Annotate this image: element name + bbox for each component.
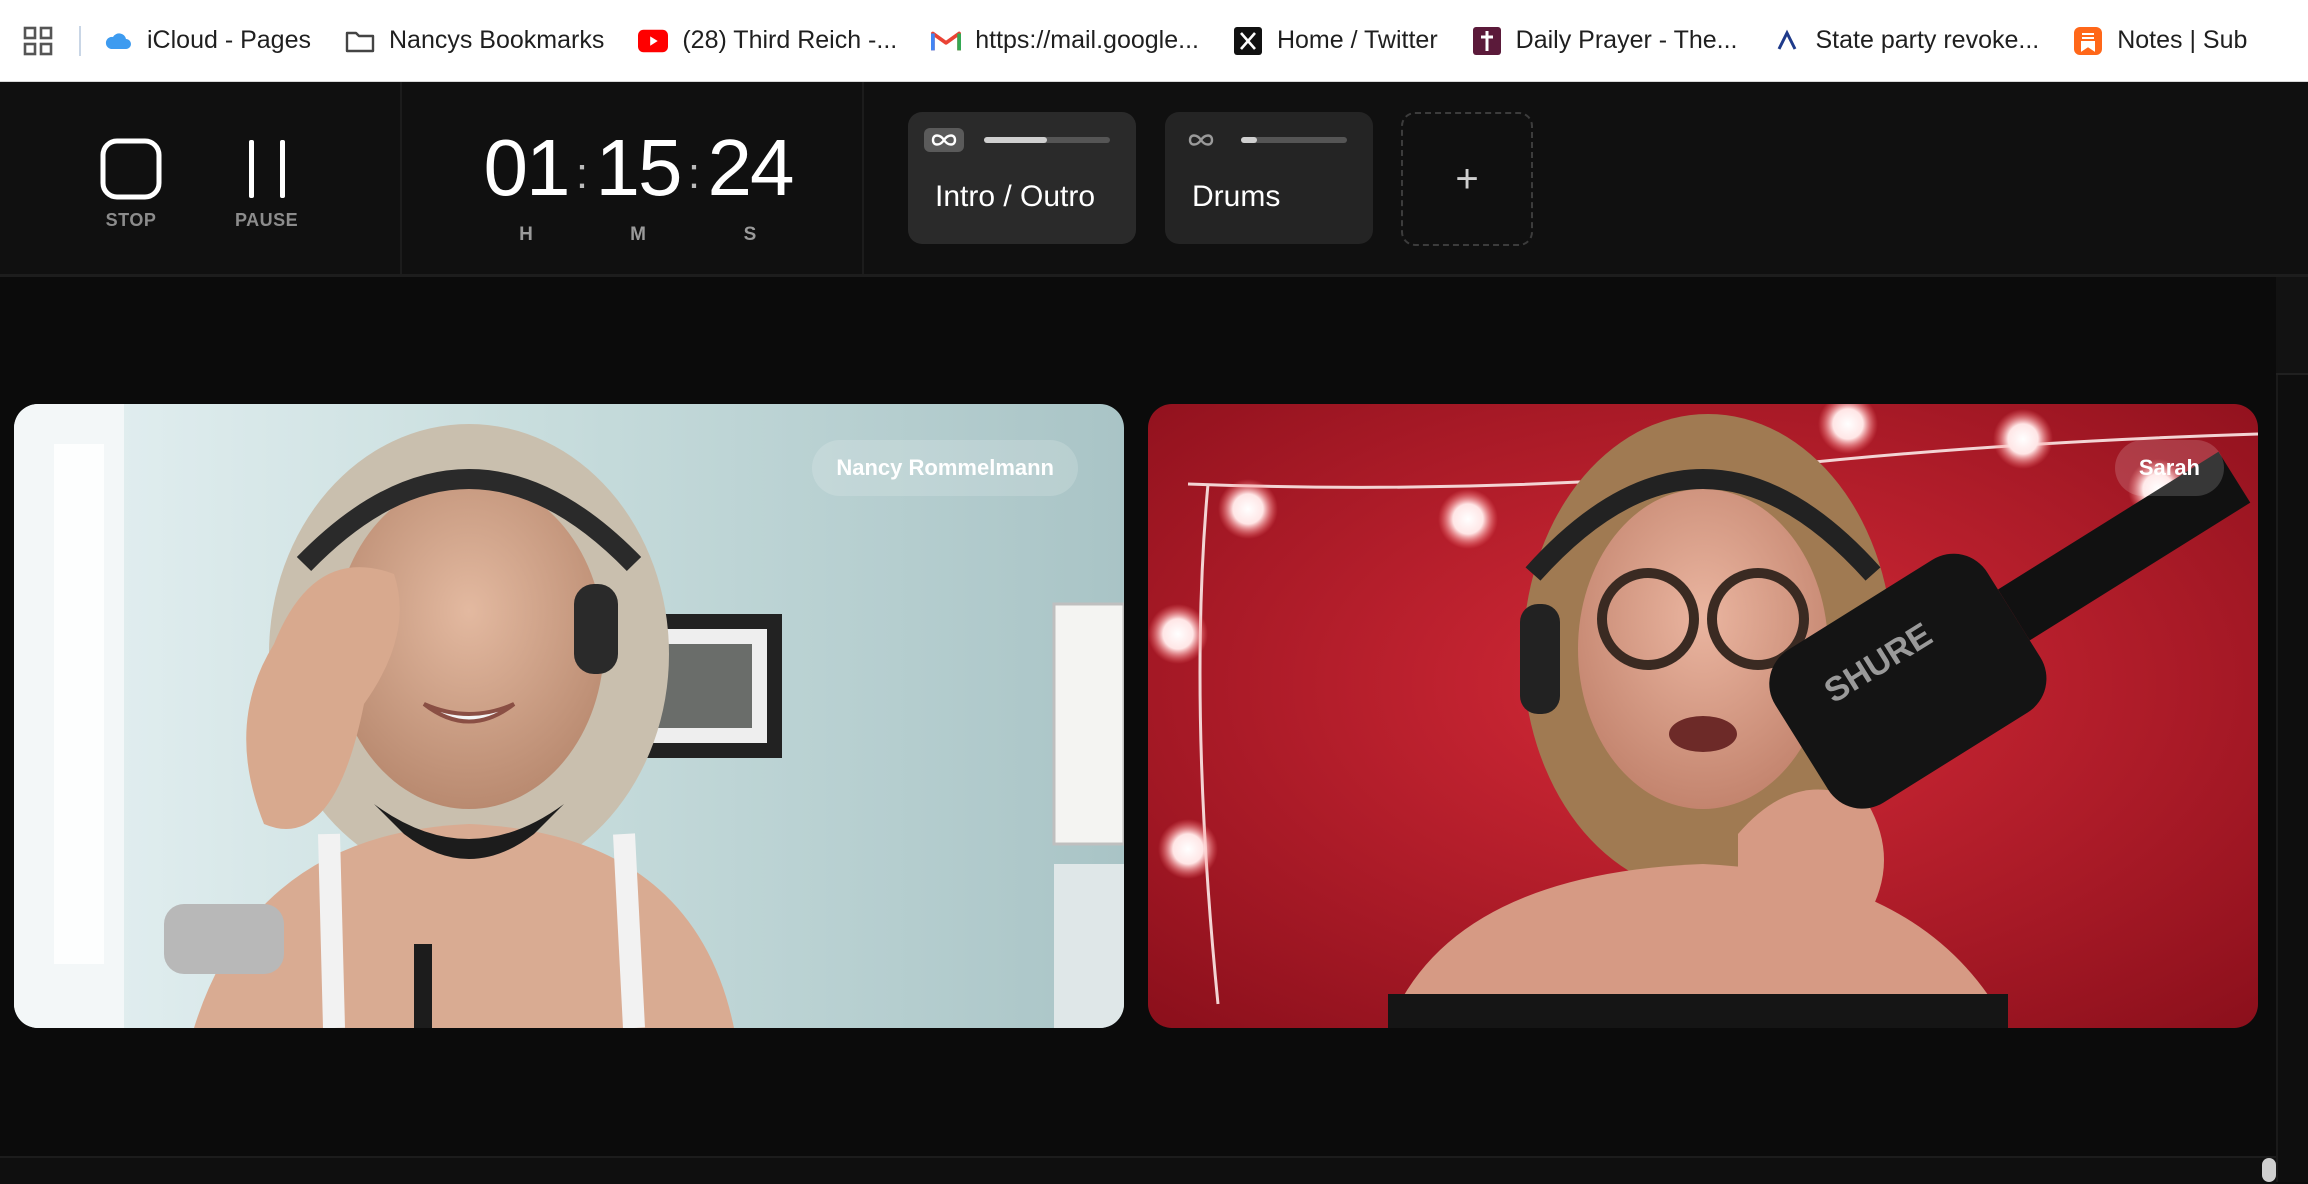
- bookmark-label: Notes | Sub: [2117, 26, 2248, 54]
- substack-icon: [2073, 26, 2103, 56]
- participant-name-badge: Nancy Rommelmann: [812, 440, 1078, 496]
- track-progress: [984, 137, 1110, 143]
- add-track-button[interactable]: +: [1401, 112, 1533, 246]
- bookmark-daily-prayer[interactable]: Daily Prayer - The...: [1472, 16, 1738, 66]
- bookmark-label: https://mail.google...: [975, 26, 1199, 54]
- track-name: Drums: [1192, 180, 1281, 213]
- youtube-icon: [638, 26, 669, 56]
- folder-icon: [345, 26, 375, 56]
- bookmark-gmail[interactable]: https://mail.google...: [931, 16, 1199, 66]
- bottom-toolbar: [0, 1156, 2276, 1184]
- track-progress-fill: [1241, 137, 1257, 143]
- controls-divider: [400, 82, 402, 274]
- icloud-icon: [103, 26, 133, 56]
- cross-icon: [1472, 26, 1502, 56]
- timer-minutes: 15: [595, 123, 683, 212]
- track-progress-fill: [984, 137, 1047, 143]
- track-name: Intro / Outro: [935, 180, 1096, 213]
- video-tile-sarah[interactable]: SHURE Sarah: [1148, 404, 2258, 1028]
- bookmarks-bar: iCloud - Pages Nancys Bookmarks (28) Thi…: [0, 0, 2308, 82]
- timer-seconds-unit: S: [743, 224, 757, 245]
- bookmark-state-party[interactable]: State party revoke...: [1772, 16, 2040, 66]
- sarah-video-feed: SHURE: [1148, 404, 2258, 1028]
- participant-name: Nancy Rommelmann: [836, 455, 1054, 480]
- pause-icon: [248, 140, 285, 198]
- scrollbar-thumb[interactable]: [2262, 1158, 2276, 1182]
- bookmark-twitter[interactable]: Home / Twitter: [1233, 16, 1438, 66]
- timer-seconds: 24: [707, 123, 795, 212]
- stop-icon: [100, 138, 162, 200]
- timer-minutes-unit: M: [630, 224, 646, 245]
- video-tile-nancy[interactable]: Nancy Rommelmann: [14, 404, 1124, 1028]
- stop-button[interactable]: STOP: [100, 138, 162, 231]
- timer-hours: 01: [483, 123, 571, 212]
- controls-divider: [862, 82, 864, 274]
- plus-icon: +: [1455, 156, 1479, 201]
- bookmark-label: Daily Prayer - The...: [1515, 26, 1738, 54]
- recording-timer: 01 : 15 : 24 H M S: [480, 122, 796, 246]
- bookmark-nancys-bookmarks[interactable]: Nancys Bookmarks: [345, 16, 604, 66]
- participant-name: Sarah: [2138, 455, 2200, 480]
- bookmark-label: State party revoke...: [1815, 26, 2040, 54]
- bookmark-icloud-pages[interactable]: iCloud - Pages: [103, 16, 311, 66]
- news-icon: [1772, 26, 1802, 56]
- nancy-video-feed: [14, 404, 1124, 1028]
- timer-separator: :: [687, 149, 701, 198]
- bookmark-third-reich[interactable]: (28) Third Reich -...: [638, 16, 897, 66]
- bookmarks-separator: [79, 25, 81, 56]
- stop-label: STOP: [105, 210, 157, 230]
- bookmark-notes-substack[interactable]: Notes | Sub: [2073, 16, 2247, 66]
- loop-icon[interactable]: [924, 128, 964, 152]
- bookmark-label: Nancys Bookmarks: [388, 26, 605, 54]
- pause-label: PAUSE: [235, 210, 299, 230]
- side-panel-header: [2276, 277, 2308, 375]
- loop-icon[interactable]: [1181, 128, 1221, 152]
- timer-hours-unit: H: [519, 224, 533, 245]
- gmail-icon: [931, 26, 962, 56]
- timer-separator: :: [575, 149, 589, 198]
- bookmark-label: (28) Third Reich -...: [682, 26, 898, 54]
- apps-grid-icon[interactable]: [23, 26, 53, 56]
- recording-controls: STOP PAUSE 01 : 15 : 24 H M S Intro / Ou…: [0, 82, 2308, 277]
- track-intro-outro[interactable]: Intro / Outro: [908, 112, 1136, 244]
- pause-button[interactable]: PAUSE: [235, 138, 298, 231]
- track-progress: [1241, 137, 1347, 143]
- participant-name-badge: Sarah: [2114, 440, 2224, 496]
- bookmark-label: Home / Twitter: [1276, 26, 1438, 54]
- side-scroll-rail[interactable]: [2276, 277, 2308, 1182]
- x-logo-icon: [1233, 26, 1263, 56]
- track-drums[interactable]: Drums: [1165, 112, 1373, 244]
- bookmark-label: iCloud - Pages: [147, 26, 311, 54]
